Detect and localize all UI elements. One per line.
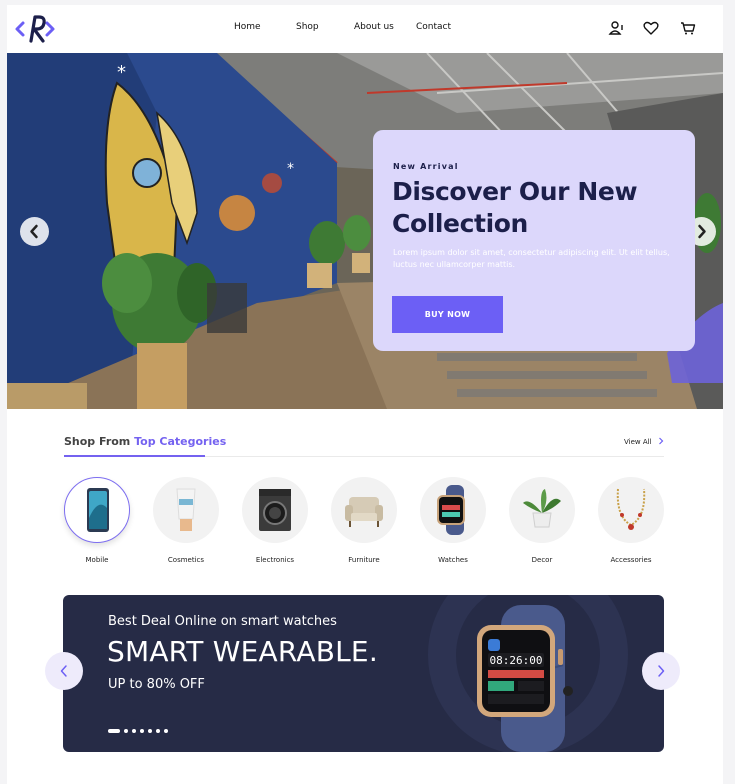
smartwatch-promo-banner[interactable]: Best Deal Online on smart watches SMART … [63,595,664,752]
categories-heading-underline [64,455,205,457]
cosmetics-tube-icon [176,488,196,531]
category-label: Cosmetics [167,556,205,564]
slide-dot[interactable] [140,729,144,733]
nav-home[interactable]: Home [234,22,261,32]
nav-about-us[interactable]: About us [354,22,394,32]
user-add-icon[interactable] [608,19,626,37]
cart-icon[interactable] [679,19,697,37]
category-accessories[interactable]: Accessories [598,477,664,564]
view-all-link[interactable]: View All [624,437,665,446]
category-label: Decor [531,556,553,564]
buy-now-button[interactable]: BUY NOW [392,296,503,333]
categories-heading-accent: Top Categories [134,435,227,448]
banner-prev-button[interactable] [45,652,83,690]
banner-offer: UP to 80% OFF [108,677,205,692]
site-header: Home Shop About us Contact [7,5,723,53]
category-furniture[interactable]: Furniture [331,477,397,564]
nav-contact[interactable]: Contact [416,22,451,32]
washing-machine-icon [259,489,291,531]
slide-dot[interactable] [132,729,136,733]
banner-title: SMART WEARABLE. [107,635,378,668]
hero-description: Lorem ipsum dolor sit amet, consectetur … [393,248,670,269]
brand-logo[interactable] [13,13,57,45]
slide-dot[interactable] [148,729,152,733]
hero-title: Discover Our New Collection [392,177,638,238]
category-label: Furniture [348,556,380,564]
view-all-label: View All [624,438,652,446]
category-watches[interactable]: Watches [420,477,486,564]
banner-next-button[interactable] [642,652,680,690]
svg-text:*: * [287,161,294,177]
necklace-icon [616,488,646,530]
hero-slider: * * New Arrival Discover Our New Collect… [7,53,723,409]
hero-prev-button[interactable] [20,217,49,246]
slide-dot[interactable] [124,729,128,733]
mobile-phone-icon [87,488,109,532]
slide-dot[interactable] [164,729,168,733]
categories-heading: Shop From Top Categories [64,435,226,448]
nav-shop[interactable]: Shop [296,22,319,32]
chevron-left-icon [30,224,38,239]
potted-plant-icon [523,489,561,528]
page: Home Shop About us Contact * * New Arriv… [7,5,723,784]
category-label: Electronics [255,556,295,564]
category-mobile[interactable]: Mobile [64,477,130,564]
svg-text:*: * [117,62,126,83]
slide-dot-active[interactable] [108,729,120,733]
heart-icon[interactable] [642,19,660,37]
category-decor[interactable]: Decor [509,477,575,564]
slide-dot[interactable] [156,729,160,733]
category-label: Mobile [85,556,109,564]
category-label: Accessories [610,556,652,564]
chevron-left-icon [60,665,67,677]
category-label: Watches [438,556,468,564]
smartwatch-image: 08:26:00 [477,605,573,752]
chevron-right-icon [658,437,664,445]
category-electronics[interactable]: Electronics [242,477,308,564]
banner-subtitle: Best Deal Online on smart watches [108,614,337,629]
smartwatch-icon [437,485,465,535]
category-cosmetics[interactable]: Cosmetics [153,477,219,564]
watch-time-readout: 08:26:00 [490,654,543,667]
chevron-right-icon [658,665,665,677]
categories-heading-prefix: Shop From [64,435,135,448]
hero-promo-card: New Arrival Discover Our New Collection … [373,130,695,351]
armchair-icon [345,497,383,527]
hero-eyebrow: New Arrival [393,162,459,171]
